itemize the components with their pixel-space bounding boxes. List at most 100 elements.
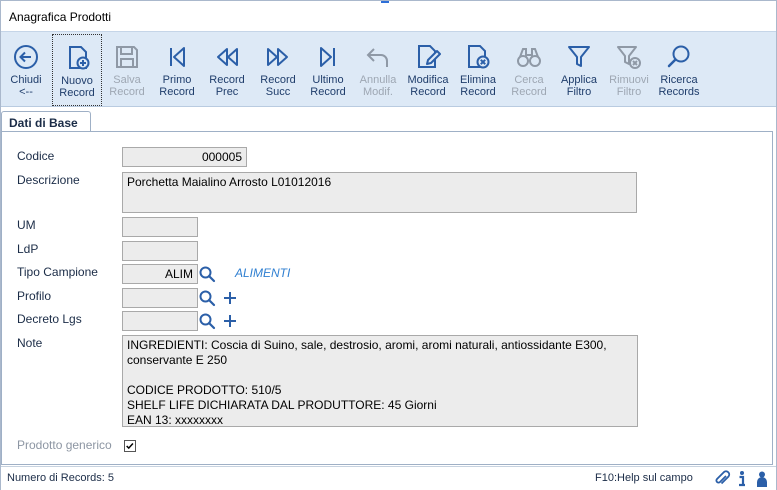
tipo-campione-label: Tipo Campione: [17, 265, 98, 279]
app-window: Anagrafica Prodotti Chiudi <-- Nuovo Recor…: [0, 0, 777, 490]
last-record-label: Ultimo: [312, 74, 344, 86]
edit-document-icon: [418, 45, 441, 68]
first-record-label: Primo: [162, 74, 192, 86]
note-line: [127, 368, 633, 383]
remove-filter-button[interactable]: Rimuovi Filtro: [604, 34, 654, 106]
help-hint: F10:Help sul campo: [595, 472, 693, 484]
last-record-icon: [320, 47, 335, 67]
first-record-button[interactable]: Primo Record: [152, 34, 202, 106]
save-record-label: Salva: [113, 74, 141, 86]
tab-strip: Dati di Base: [1, 108, 776, 134]
funnel-icon: [568, 46, 590, 67]
next-record-label-2: Succ: [265, 86, 291, 98]
last-record-button[interactable]: Ultimo Record: [303, 34, 353, 106]
um-field[interactable]: [122, 217, 198, 237]
first-record-icon: [170, 47, 185, 67]
paperclip-icon[interactable]: [713, 470, 731, 488]
search-records-label: Ricerca: [660, 74, 698, 86]
find-record-button[interactable]: Cerca Record: [504, 34, 554, 106]
info-icon[interactable]: [733, 470, 751, 488]
find-record-label: Cerca: [514, 74, 544, 86]
previous-record-button[interactable]: Record Prec: [202, 34, 252, 106]
first-record-label-2: Record: [159, 86, 195, 98]
delete-record-label-2: Record: [460, 86, 496, 98]
record-count: Numero di Records: 5: [7, 472, 114, 484]
decreto-lgs-field[interactable]: [122, 311, 198, 331]
note-line: CODICE PRODOTTO: 510/5: [127, 383, 282, 397]
search-records-label-2: Records: [658, 86, 700, 98]
undo-changes-label-2: Modif.: [363, 86, 393, 98]
funnel-remove-icon: [617, 46, 641, 69]
um-label: UM: [17, 218, 36, 232]
profilo-field[interactable]: [122, 288, 198, 308]
undo-changes-label: Annulla: [359, 74, 397, 86]
back-arrow-icon: [14, 45, 38, 69]
previous-record-icon: [217, 48, 238, 66]
previous-record-label: Record: [209, 74, 245, 86]
descrizione-label: Descrizione: [17, 173, 80, 187]
tab-dati-di-base-label: Dati di Base: [9, 116, 78, 130]
close-button-label: Chiudi: [10, 74, 42, 86]
profilo-add-icon[interactable]: [221, 289, 239, 307]
prodotto-generico-checkbox[interactable]: [124, 440, 136, 452]
toolbar: Chiudi <-- Nuovo Record Salva Record Primo R…: [1, 31, 776, 107]
new-record-label-2: Record: [59, 87, 95, 99]
apply-filter-label: Applica: [560, 74, 598, 86]
apply-filter-label-2: Filtro: [566, 86, 592, 98]
last-record-label-2: Record: [310, 86, 346, 98]
profilo-label: Profilo: [17, 289, 52, 303]
note-line: EAN 13: xxxxxxxx: [127, 413, 224, 427]
edit-record-label: Modifica: [407, 74, 449, 86]
next-record-icon: [267, 48, 288, 66]
delete-document-icon: [468, 45, 490, 69]
prodotto-generico-label: Prodotto generico: [17, 438, 112, 452]
save-record-label-2: Record: [109, 86, 145, 98]
remove-filter-label-2: Filtro: [616, 86, 642, 98]
note-line: SHELF LIFE DICHIARATA DAL PRODUTTORE: 45…: [127, 398, 437, 412]
decreto-lgs-add-icon[interactable]: [221, 312, 239, 330]
note-line: INGREDIENTI: Coscia di Suino, sale, dest…: [127, 338, 607, 367]
delete-record-label: Elimina: [459, 74, 497, 86]
previous-record-label-2: Prec: [215, 86, 239, 98]
codice-label: Codice: [17, 149, 55, 163]
checkmark-icon: [126, 442, 134, 450]
next-record-label: Record: [260, 74, 296, 86]
user-icon[interactable]: [753, 470, 771, 488]
note-field[interactable]: INGREDIENTI: Coscia di Suino, sale, dest…: [122, 335, 638, 427]
undo-arrow-icon: [366, 48, 388, 67]
delete-record-button[interactable]: Elimina Record: [453, 34, 503, 106]
binoculars-icon: [517, 48, 541, 67]
decreto-lgs-label: Decreto Lgs: [17, 312, 82, 326]
ldp-field[interactable]: [122, 241, 198, 261]
ldp-label: LdP: [17, 242, 39, 256]
edit-record-button[interactable]: Modifica Record: [403, 34, 453, 106]
apply-filter-button[interactable]: Applica Filtro: [554, 34, 604, 106]
close-button-label-2: <--: [19, 86, 33, 98]
remove-filter-label: Rimuovi: [609, 74, 649, 86]
codice-field[interactable]: 000005: [122, 147, 247, 167]
form-panel: Codice 000005 Descrizione Porchetta Maia…: [1, 131, 773, 465]
floppy-disk-icon: [116, 46, 138, 68]
status-bar: Numero di Records: 5 F10:Help sul campo: [1, 466, 776, 490]
title-accent: [381, 1, 389, 3]
tipo-campione-field[interactable]: ALIM: [122, 264, 198, 284]
profilo-search-icon[interactable]: [198, 289, 216, 307]
window-title: Anagrafica Prodotti: [9, 10, 112, 24]
new-record-label: Nuovo: [61, 75, 93, 87]
decreto-lgs-search-icon[interactable]: [198, 312, 216, 330]
new-record-button[interactable]: Nuovo Record: [52, 34, 102, 106]
search-records-button[interactable]: Ricerca Records: [654, 34, 704, 106]
close-button[interactable]: Chiudi <--: [1, 34, 51, 106]
descrizione-field[interactable]: Porchetta Maialino Arrosto L01012016: [122, 172, 637, 213]
edit-record-label-2: Record: [410, 86, 446, 98]
save-record-button[interactable]: Salva Record: [102, 34, 152, 106]
undo-changes-button[interactable]: Annulla Modif.: [353, 34, 403, 106]
note-label: Note: [17, 336, 43, 350]
new-document-icon: [69, 46, 90, 70]
find-record-label-2: Record: [511, 86, 547, 98]
magnifier-icon: [667, 45, 690, 68]
tipo-campione-search-icon[interactable]: [198, 265, 216, 283]
title-bar: Anagrafica Prodotti: [1, 1, 776, 31]
next-record-button[interactable]: Record Succ: [253, 34, 303, 106]
tipo-campione-description: ALIMENTI: [235, 266, 291, 280]
